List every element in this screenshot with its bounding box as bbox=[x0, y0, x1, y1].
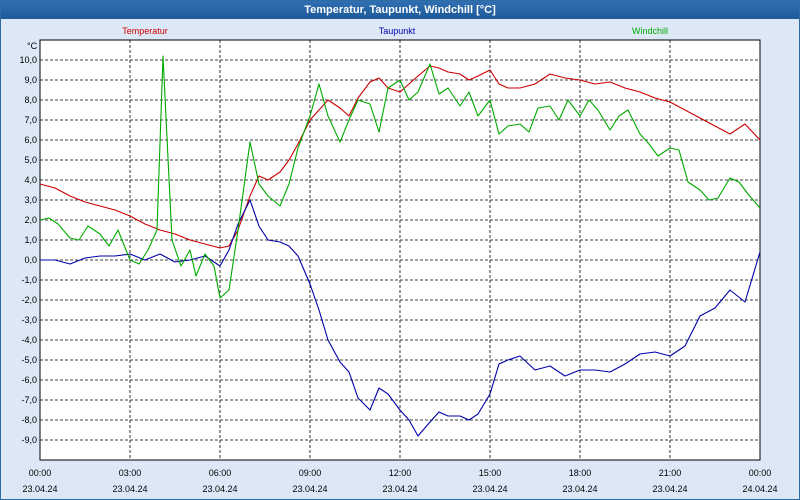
x-tick-date: 23.04.24 bbox=[292, 484, 327, 494]
y-tick-label: 0,0 bbox=[24, 255, 37, 265]
y-tick-label: -8,0 bbox=[21, 415, 37, 425]
x-tick-time: 00:00 bbox=[29, 468, 52, 478]
x-tick-time: 00:00 bbox=[749, 468, 772, 478]
chart-canvas: °C -9,0 -8,0 -7,0 -6,0 -5,0 -4,0 -3,0 -2,0 -1,0 0… bbox=[19, 26, 777, 494]
y-tick-label: -6,0 bbox=[21, 375, 37, 385]
y-tick-label: -3,0 bbox=[21, 315, 37, 325]
y-tick-label: 9,0 bbox=[24, 75, 37, 85]
x-tick-date: 23.04.24 bbox=[472, 484, 507, 494]
y-tick-label: 7,0 bbox=[24, 115, 37, 125]
y-tick-label: 4,0 bbox=[24, 175, 37, 185]
x-tick-date: 23.04.24 bbox=[112, 484, 147, 494]
y-tick-label: 8,0 bbox=[24, 95, 37, 105]
y-tick-label: -9,0 bbox=[21, 435, 37, 445]
y-tick-label: 3,0 bbox=[24, 195, 37, 205]
x-tick-time: 18:00 bbox=[569, 468, 592, 478]
x-tick-date: 23.04.24 bbox=[382, 484, 417, 494]
legend-item-temperatur: Temperatur bbox=[122, 26, 168, 36]
x-tick-time: 21:00 bbox=[659, 468, 682, 478]
legend: Temperatur Taupunkt Windchill bbox=[122, 26, 668, 36]
x-tick-time: 12:00 bbox=[389, 468, 412, 478]
x-tick-date: 23.04.24 bbox=[22, 484, 57, 494]
x-tick-time: 09:00 bbox=[299, 468, 322, 478]
x-tick-date: 24.04.24 bbox=[742, 484, 777, 494]
y-axis-label: °C bbox=[27, 41, 38, 51]
x-tick-time: 06:00 bbox=[209, 468, 232, 478]
y-tick-label: 5,0 bbox=[24, 155, 37, 165]
y-tick-label: -2,0 bbox=[21, 295, 37, 305]
y-tick-label: 6,0 bbox=[24, 135, 37, 145]
x-tick-date: 23.04.24 bbox=[562, 484, 597, 494]
y-tick-label: 1,0 bbox=[24, 235, 37, 245]
y-tick-label: -1,0 bbox=[21, 275, 37, 285]
y-tick-label: 10,0 bbox=[19, 55, 37, 65]
x-tick-date: 23.04.24 bbox=[652, 484, 687, 494]
x-tick-date: 23.04.24 bbox=[202, 484, 237, 494]
legend-item-windchill: Windchill bbox=[632, 26, 668, 36]
y-tick-label: -4,0 bbox=[21, 335, 37, 345]
x-tick-time: 03:00 bbox=[119, 468, 142, 478]
legend-item-taupunkt: Taupunkt bbox=[379, 26, 416, 36]
y-tick-label: -5,0 bbox=[21, 355, 37, 365]
y-tick-label: -7,0 bbox=[21, 395, 37, 405]
y-tick-label: 2,0 bbox=[24, 215, 37, 225]
x-tick-time: 15:00 bbox=[479, 468, 502, 478]
